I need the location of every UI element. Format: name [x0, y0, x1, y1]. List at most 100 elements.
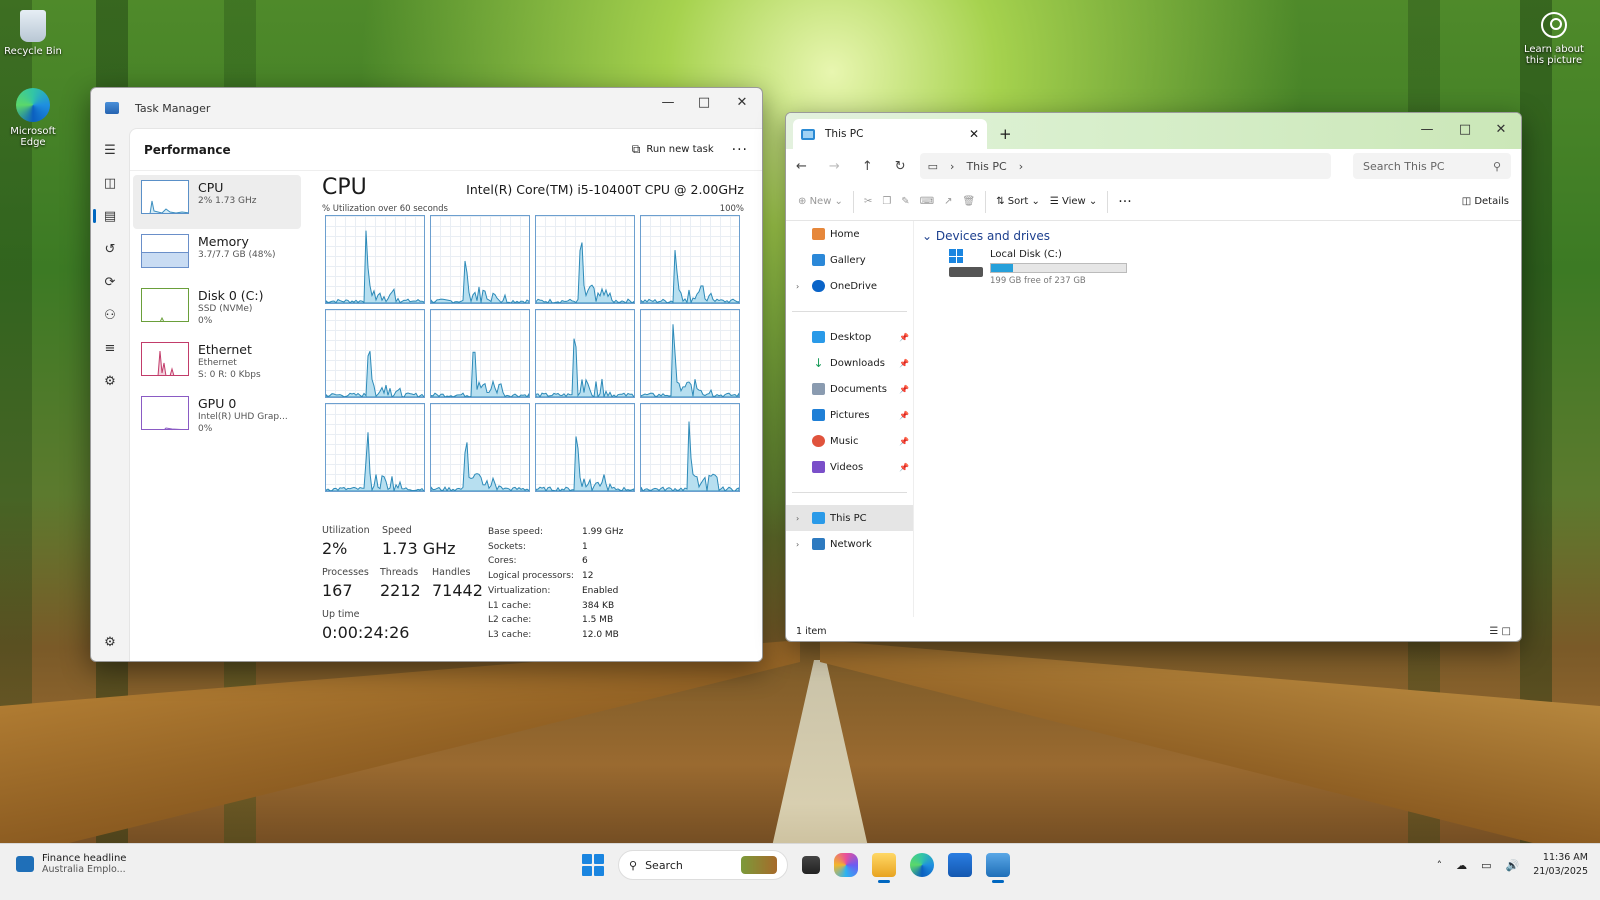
nav-item-gallery[interactable]: Gallery	[786, 247, 913, 273]
pin-icon[interactable]: 📌	[899, 333, 909, 342]
videos-icon	[812, 461, 825, 473]
rename-icon[interactable]: ⌨	[920, 196, 934, 207]
sort-button[interactable]: ⇅ Sort ⌄	[996, 196, 1040, 207]
details-pane-button[interactable]: ◫ Details	[1462, 196, 1509, 207]
copilot-icon[interactable]	[834, 853, 858, 877]
new-tab-button[interactable]: +	[999, 125, 1012, 143]
nav-item-pictures[interactable]: Pictures 📌	[786, 402, 913, 428]
start-button[interactable]	[582, 854, 604, 876]
breadcrumb[interactable]: This PC	[966, 160, 1006, 173]
details-list-icon[interactable]: ≡	[91, 332, 129, 365]
up-arrow-icon[interactable]: ↑	[862, 159, 873, 174]
desktop-icon-recycle-bin[interactable]: Recycle Bin	[0, 10, 66, 57]
perf-item-detail: S: 0 R: 0 Kbps	[198, 370, 261, 380]
forward-arrow-icon[interactable]: →	[829, 159, 840, 174]
details-view-icon[interactable]: ☰	[1489, 626, 1498, 637]
nav-item-home[interactable]: Home	[786, 221, 913, 247]
breadcrumb-chevron-icon[interactable]: ›	[1019, 160, 1023, 173]
cpu-thumbnail-graph	[141, 180, 189, 214]
delete-icon[interactable]: 🗑	[963, 196, 976, 207]
threads-label: Threads	[380, 567, 419, 578]
microsoft-store-icon[interactable]	[948, 853, 972, 877]
perf-item-memory[interactable]: Memory 3.7/7.7 GB (48%)	[133, 229, 301, 283]
pin-icon[interactable]: 📌	[899, 463, 909, 472]
taskbar-search-label: Search	[645, 858, 683, 872]
spec-value: 1.99 GHz	[582, 527, 624, 537]
nav-item-music[interactable]: Music 📌	[786, 428, 913, 454]
copy-icon[interactable]: ❐	[882, 196, 891, 207]
search-input[interactable]: Search This PC ⚲	[1353, 153, 1511, 179]
spec-value: 1	[582, 541, 588, 552]
back-arrow-icon[interactable]: ←	[796, 159, 807, 174]
paste-icon[interactable]: ✎	[901, 196, 909, 207]
nav-item-network[interactable]: › Network	[786, 531, 913, 557]
performance-icon[interactable]: ▤	[91, 200, 129, 233]
file-explorer-icon[interactable]	[872, 853, 896, 883]
pin-icon[interactable]: 📌	[899, 359, 909, 368]
nav-item-onedrive[interactable]: › OneDrive	[786, 273, 913, 299]
more-options-button[interactable]: ···	[732, 142, 748, 158]
hamburger-menu-icon[interactable]: ☰	[91, 134, 129, 167]
perf-item-gpu[interactable]: GPU 0 Intel(R) UHD Grap... 0%	[133, 391, 301, 445]
nav-item-videos[interactable]: Videos 📌	[786, 454, 913, 480]
services-icon[interactable]: ⚙	[91, 365, 129, 398]
close-tab-icon[interactable]: ✕	[969, 127, 979, 141]
settings-gear-icon[interactable]: ⚙	[91, 626, 129, 659]
network-disconnected-icon[interactable]: ☁	[1456, 859, 1467, 872]
cut-icon[interactable]: ✂	[864, 196, 872, 207]
nav-item-desktop[interactable]: Desktop 📌	[786, 324, 913, 350]
pin-icon[interactable]: 📌	[899, 385, 909, 394]
task-manager-window: Task Manager — □ ✕ ☰ ◫ ▤ ↺ ⟳ ⚇ ≡ ⚙ ⚙ Per…	[90, 87, 763, 662]
perf-item-detail: 0%	[198, 316, 213, 326]
minimize-button[interactable]: —	[1409, 115, 1445, 143]
more-options-button[interactable]: ···	[1118, 194, 1131, 210]
perf-item-disk[interactable]: Disk 0 (C:) SSD (NVMe) 0%	[133, 283, 301, 337]
volume-icon[interactable]: 🔊	[1506, 859, 1520, 872]
task-view-icon[interactable]	[802, 856, 820, 874]
new-button[interactable]: ⊕ New ⌄	[798, 196, 843, 207]
drive-local-disk-c[interactable]: Local Disk (C:) 199 GB free of 237 GB	[949, 249, 1127, 286]
view-button[interactable]: ☰ View ⌄	[1050, 196, 1097, 207]
startup-apps-icon[interactable]: ⟳	[91, 266, 129, 299]
address-bar[interactable]: ▭ › This PC ›	[919, 153, 1331, 179]
perf-item-ethernet[interactable]: Ethernet Ethernet S: 0 R: 0 Kbps	[133, 337, 301, 391]
task-manager-taskbar-icon[interactable]	[986, 853, 1010, 883]
app-history-icon[interactable]: ↺	[91, 233, 129, 266]
tiles-view-icon[interactable]: □	[1502, 626, 1511, 637]
share-icon[interactable]: ↗	[944, 196, 952, 207]
pin-icon[interactable]: 📌	[899, 411, 909, 420]
nav-item-documents[interactable]: Documents 📌	[786, 376, 913, 402]
expand-chevron-icon[interactable]: ›	[796, 514, 799, 523]
tab-this-pc[interactable]: This PC ✕	[793, 119, 987, 149]
refresh-icon[interactable]: ↻	[895, 159, 906, 174]
spec-key: Base speed:	[488, 527, 543, 537]
widget-subtitle: Australia Emplo...	[42, 864, 126, 875]
edge-icon[interactable]	[910, 853, 934, 877]
maximize-button[interactable]: □	[686, 88, 722, 116]
users-icon[interactable]: ⚇	[91, 299, 129, 332]
devices-group-header[interactable]: ⌄ Devices and drives	[919, 221, 1521, 243]
expand-chevron-icon[interactable]: ›	[796, 540, 799, 549]
perf-item-detail: Intel(R) UHD Grap...	[198, 412, 288, 422]
chevron-up-icon[interactable]: ˄	[1437, 859, 1443, 872]
minimize-button[interactable]: —	[650, 88, 686, 116]
maximize-button[interactable]: □	[1447, 115, 1483, 143]
display-icon[interactable]: ▭	[1481, 859, 1491, 872]
close-button[interactable]: ✕	[724, 88, 760, 116]
processes-icon[interactable]: ◫	[91, 167, 129, 200]
pin-icon[interactable]: 📌	[899, 437, 909, 446]
clock[interactable]: 11:36 AM 21/03/2025	[1533, 851, 1588, 879]
nav-item-this-pc[interactable]: › This PC	[786, 505, 913, 531]
learn-about-picture[interactable]: Learn about this picture	[1522, 12, 1586, 66]
desktop-icon-edge[interactable]: Microsoft Edge	[0, 88, 66, 148]
nav-label: Desktop	[830, 331, 872, 343]
perf-item-cpu[interactable]: CPU 2% 1.73 GHz	[133, 175, 301, 229]
taskbar-search[interactable]: ⚲ Search	[618, 850, 788, 880]
widgets-button[interactable]: Finance headline Australia Emplo...	[16, 853, 126, 875]
close-button[interactable]: ✕	[1483, 115, 1519, 143]
perf-item-detail: 3.7/7.7 GB (48%)	[198, 250, 276, 260]
run-new-task-button[interactable]: ⧉ Run new task	[632, 142, 714, 157]
performance-header: Performance ⧉ Run new task ···	[130, 129, 762, 171]
nav-item-downloads[interactable]: ↓ Downloads 📌	[786, 350, 913, 376]
expand-chevron-icon[interactable]: ›	[796, 282, 799, 291]
